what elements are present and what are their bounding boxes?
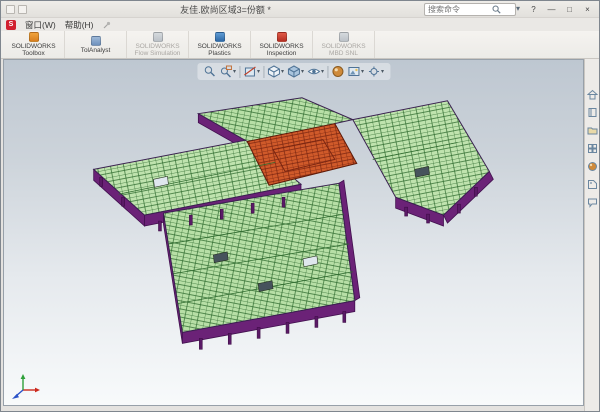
scene-icon xyxy=(347,65,360,78)
zoom-to-area-button[interactable]: ▾ xyxy=(219,65,236,78)
zoom-fit-icon xyxy=(203,65,216,78)
heads-up-toolbar: ▾ ▾ ▾ ▾ ▾ xyxy=(197,63,390,80)
view-orientation-icon xyxy=(267,65,280,78)
triad-y-axis xyxy=(21,374,26,379)
solidworks-window: 友佳.欧尚区域3=份额 * ▾ ? — □ × S 窗口(W) 帮助(H) SO… xyxy=(0,0,600,412)
search-icon xyxy=(492,5,501,14)
graphics-viewport[interactable]: ▾ ▾ ▾ ▾ ▾ xyxy=(3,59,584,406)
addin-flow-simulation[interactable]: SOLIDWORKS Flow Simulation xyxy=(127,31,189,58)
search-scope-chevron-icon[interactable]: ▾ xyxy=(516,5,520,13)
zoom-fit-button[interactable] xyxy=(203,65,216,78)
view-palette-icon[interactable] xyxy=(587,143,598,154)
quick-access-toolbar[interactable] xyxy=(6,5,27,14)
home-icon[interactable] xyxy=(587,89,598,100)
menu-bar: S 窗口(W) 帮助(H) xyxy=(1,18,599,31)
display-style-button[interactable]: ▾ xyxy=(287,65,304,78)
reference-triad xyxy=(10,370,42,400)
section-view-button[interactable]: ▾ xyxy=(243,65,260,78)
toolbar-separator xyxy=(263,66,264,78)
mbd-snl-icon xyxy=(339,32,349,42)
quick-access-icon[interactable] xyxy=(18,5,27,14)
plastics-icon xyxy=(215,32,225,42)
view-orientation-button[interactable]: ▾ xyxy=(267,65,284,78)
toolbox-icon xyxy=(29,32,39,42)
zoom-to-area-icon xyxy=(219,65,232,78)
menu-window[interactable]: 窗口(W) xyxy=(25,19,56,31)
addin-plastics[interactable]: SOLIDWORKS Plastics xyxy=(189,31,251,58)
search-input[interactable] xyxy=(428,5,490,14)
toolbar-separator xyxy=(239,66,240,78)
command-search[interactable] xyxy=(424,3,516,16)
addin-solidworks-toolbox[interactable]: SOLIDWORKS Toolbox xyxy=(3,31,65,58)
section-view-icon xyxy=(243,65,256,78)
eye-icon xyxy=(307,65,320,78)
addin-mbd-snl[interactable]: SOLIDWORKS MBD SNL xyxy=(313,31,375,58)
ribbon-addins-tab: SOLIDWORKS Toolbox TolAnalyst SOLIDWORKS… xyxy=(1,31,599,59)
model-canvas[interactable] xyxy=(4,60,583,405)
view-settings-icon xyxy=(367,65,380,78)
minimize-button[interactable]: — xyxy=(543,3,560,16)
close-button[interactable]: × xyxy=(579,3,596,16)
window-controls: ? — □ × xyxy=(525,3,596,16)
tolanalyst-icon xyxy=(91,36,101,46)
menu-help[interactable]: 帮助(H) xyxy=(65,19,94,31)
maximize-button[interactable]: □ xyxy=(561,3,578,16)
appearances-icon[interactable] xyxy=(587,161,598,172)
pin-icon[interactable] xyxy=(103,21,111,29)
edit-appearance-button[interactable] xyxy=(331,65,344,78)
main-area: ▾ ▾ ▾ ▾ ▾ xyxy=(1,59,599,411)
document-title: 友佳.欧尚区域3=份额 * xyxy=(27,3,424,16)
forum-icon[interactable] xyxy=(587,197,598,208)
custom-properties-icon[interactable] xyxy=(587,179,598,190)
view-settings-button[interactable]: ▾ xyxy=(367,65,384,78)
triad-x-axis xyxy=(35,388,40,393)
inspection-icon xyxy=(277,32,287,42)
appearance-ball-icon xyxy=(331,65,344,78)
addin-tolanalyst[interactable]: TolAnalyst xyxy=(65,31,127,58)
hide-show-items-button[interactable]: ▾ xyxy=(307,65,324,78)
design-library-icon[interactable] xyxy=(587,107,598,118)
display-style-icon xyxy=(287,65,300,78)
apply-scene-button[interactable]: ▾ xyxy=(347,65,364,78)
solidworks-logo-icon: S xyxy=(6,20,16,30)
file-explorer-icon[interactable] xyxy=(587,125,598,136)
help-button[interactable]: ? xyxy=(525,3,542,16)
title-bar: 友佳.欧尚区域3=份额 * ▾ ? — □ × xyxy=(1,1,599,18)
addin-inspection[interactable]: SOLIDWORKS Inspection xyxy=(251,31,313,58)
toolbar-separator xyxy=(327,66,328,78)
task-pane-strip xyxy=(584,59,599,411)
quick-access-icon[interactable] xyxy=(6,5,15,14)
flow-simulation-icon xyxy=(153,32,163,42)
